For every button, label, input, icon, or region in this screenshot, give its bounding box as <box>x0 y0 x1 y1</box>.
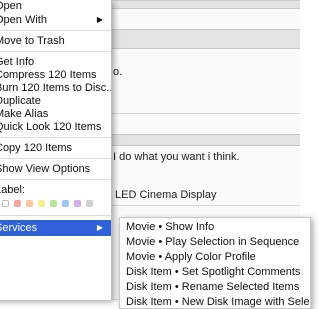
bg-text-line: I do what you want i think. <box>113 151 240 163</box>
service-disk-set-spotlight-comments[interactable]: Disk Item • Set Spotlight Comments <box>120 265 310 280</box>
menu-item-move-to-trash[interactable]: Move to Trash <box>0 33 111 49</box>
label-orange-swatch[interactable] <box>26 200 33 207</box>
bg-text-line: LED Cinema Display <box>115 189 217 201</box>
bg-divider <box>111 205 300 206</box>
bg-divider <box>111 113 300 114</box>
services-submenu: Movie • Show Info Movie • Play Selection… <box>119 217 311 309</box>
menu-item-open-with[interactable]: Open With ▶ <box>0 12 111 28</box>
menu-separator <box>0 215 111 216</box>
service-movie-play-sequence[interactable]: Movie • Play Selection in Sequence <box>120 235 310 250</box>
label-gray-swatch[interactable] <box>86 200 93 207</box>
service-disk-new-disk-image[interactable]: Disk Item • New Disk Image with Select <box>120 295 310 308</box>
menu-separator <box>0 158 111 159</box>
label-purple-swatch[interactable] <box>74 200 81 207</box>
menu-separator <box>0 30 111 31</box>
context-menu: Open Open With ▶ Move to Trash Get Info … <box>0 0 112 300</box>
label-color-row <box>0 198 111 210</box>
label-blue-swatch[interactable] <box>62 200 69 207</box>
service-movie-show-info[interactable]: Movie • Show Info <box>120 220 310 235</box>
menu-separator <box>0 51 111 52</box>
menu-item-services[interactable]: Services ▶ <box>0 220 111 236</box>
label-none-icon[interactable] <box>2 200 9 207</box>
menu-label-heading: Label: <box>0 184 25 196</box>
menu-separator <box>0 179 111 180</box>
menu-item-show-view-options[interactable]: Show View Options <box>0 161 111 177</box>
bg-text-line: o. <box>113 66 123 78</box>
service-disk-rename-items[interactable]: Disk Item • Rename Selected Items <box>120 280 310 295</box>
menu-separator <box>0 137 111 138</box>
label-green-swatch[interactable] <box>50 200 57 207</box>
submenu-arrow-icon: ▶ <box>96 223 103 232</box>
label-yellow-swatch[interactable] <box>38 200 45 207</box>
menu-item-quick-look[interactable]: Quick Look 120 Items <box>0 119 111 135</box>
submenu-arrow-icon: ▶ <box>96 15 103 24</box>
menu-item-copy[interactable]: Copy 120 Items <box>0 140 111 156</box>
service-movie-apply-color-profile[interactable]: Movie • Apply Color Profile <box>120 250 310 265</box>
label-red-swatch[interactable] <box>14 200 21 207</box>
